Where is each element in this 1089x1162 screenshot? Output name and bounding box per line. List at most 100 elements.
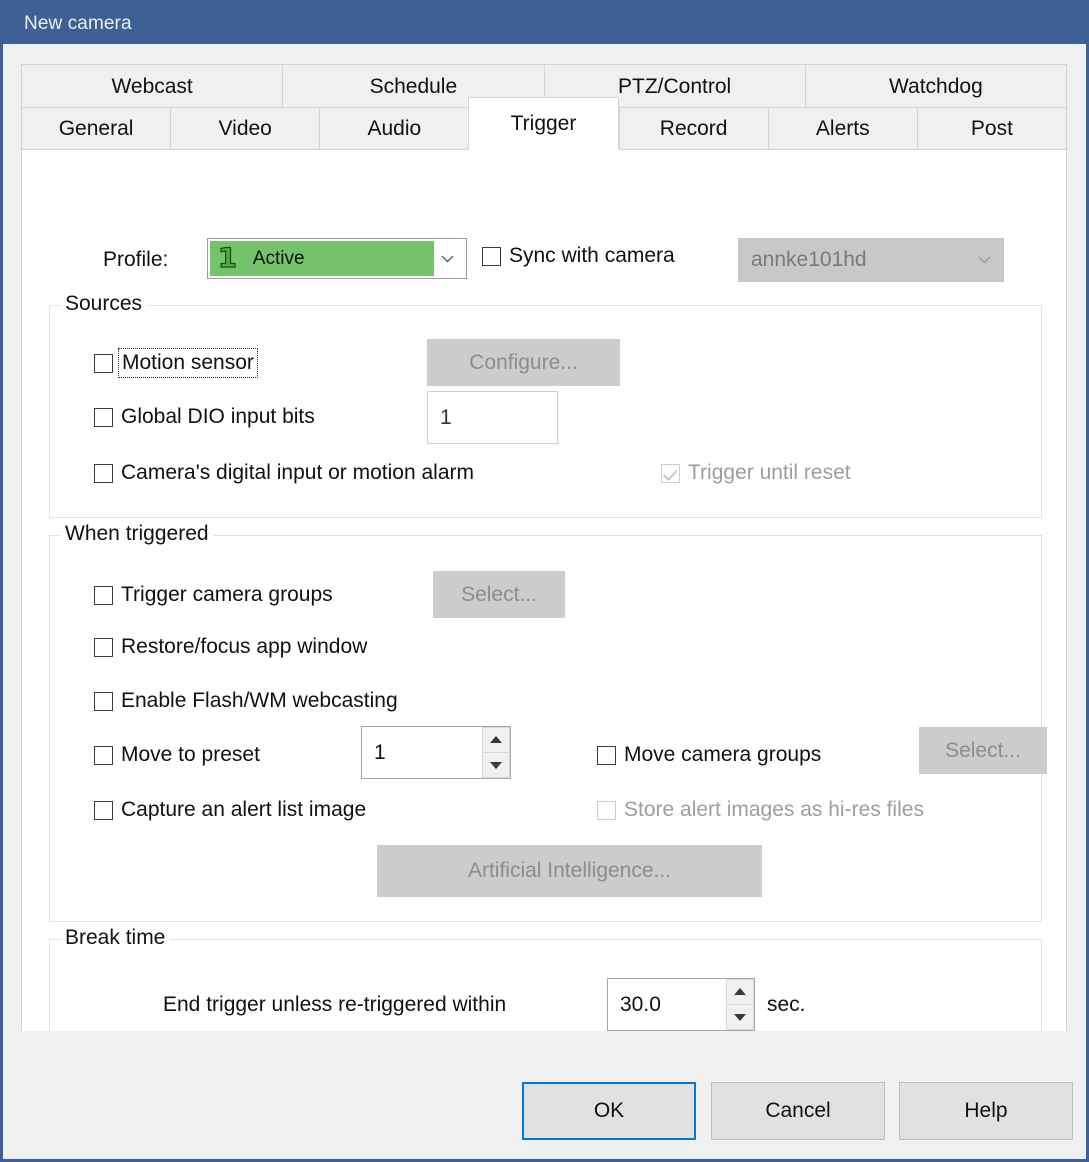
tab-strip: Webcast Schedule PTZ/Control Watchdog Ge… <box>21 64 1067 150</box>
when-triggered-group: When triggered Trigger camera groups Sel… <box>49 522 1047 922</box>
checkbox-box <box>94 745 113 765</box>
break-time-label: End trigger unless re-triggered within <box>163 993 507 1016</box>
triangle-up-icon <box>734 988 746 995</box>
tab-post[interactable]: Post <box>916 107 1067 150</box>
global-dio-checkbox[interactable]: Global DIO input bits <box>94 405 315 429</box>
camera-select-value: annke101hd <box>751 248 867 271</box>
checkbox-box <box>597 800 616 820</box>
ok-button[interactable]: OK <box>522 1082 696 1140</box>
break-time-value: 30.0 <box>620 992 661 1016</box>
window-title: New camera <box>24 12 132 34</box>
tab-trigger[interactable]: Trigger <box>468 97 619 150</box>
tab-label: Post <box>970 116 1013 140</box>
tab-label: Trigger <box>510 111 577 135</box>
tab-label: Webcast <box>111 74 193 98</box>
triangle-up-icon <box>490 736 502 743</box>
tab-label: Schedule <box>369 74 458 98</box>
sync-with-camera-label: Sync with camera <box>509 244 675 267</box>
tab-watchdog[interactable]: Watchdog <box>804 64 1067 108</box>
cancel-button[interactable]: Cancel <box>711 1082 885 1140</box>
dialog-client-area: Webcast Schedule PTZ/Control Watchdog Ge… <box>3 44 1086 1159</box>
move-to-preset-spinner[interactable]: 1 <box>361 726 511 779</box>
checkbox-box <box>482 246 501 266</box>
configure-button-label: Configure... <box>469 350 578 374</box>
tab-video[interactable]: Video <box>170 107 320 150</box>
move-to-preset-value: 1 <box>374 740 386 764</box>
new-camera-dialog: New camera Webcast Schedule PTZ/Control … <box>0 0 1089 1162</box>
profile-combo-fill: 1 Active <box>210 241 434 276</box>
tab-general[interactable]: General <box>21 107 171 150</box>
select-move-camera-groups-button: Select... <box>919 727 1047 774</box>
spinner-down-button[interactable] <box>482 753 510 778</box>
store-hires-files-checkbox: Store alert images as hi-res files <box>597 798 924 822</box>
chevron-down-icon <box>441 255 454 263</box>
move-to-preset-checkbox[interactable]: Move to preset <box>94 743 260 767</box>
tab-audio[interactable]: Audio <box>319 107 469 150</box>
cancel-button-label: Cancel <box>765 1099 831 1122</box>
sources-group-title: Sources <box>60 292 148 316</box>
profile-state-label: Active <box>252 247 305 269</box>
spinner-buttons <box>481 727 510 778</box>
tab-record[interactable]: Record <box>618 107 768 150</box>
title-bar: New camera <box>3 3 1086 44</box>
profile-row: Profile: 1 Active Sync with camera annke… <box>22 238 1066 286</box>
global-dio-value: 1 <box>440 405 452 429</box>
profile-label: Profile: <box>103 248 169 271</box>
tab-label: Alerts <box>815 116 870 140</box>
checkbox-box <box>661 463 680 483</box>
checkbox-box <box>597 745 616 765</box>
break-time-spinner[interactable]: 30.0 <box>607 978 755 1031</box>
motion-sensor-label: Motion sensor <box>118 348 258 378</box>
tab-label: Watchdog <box>888 74 983 98</box>
camera-digital-input-label: Camera's digital input or motion alarm <box>121 461 474 484</box>
spinner-buttons <box>725 979 754 1030</box>
chevron-down-icon <box>978 256 991 264</box>
store-hires-files-label: Store alert images as hi-res files <box>624 798 924 821</box>
trigger-camera-groups-checkbox[interactable]: Trigger camera groups <box>94 583 333 607</box>
checkbox-box <box>94 353 113 373</box>
enable-flash-webcasting-label: Enable Flash/WM webcasting <box>121 689 398 712</box>
checkbox-box <box>94 585 113 605</box>
tab-webcast[interactable]: Webcast <box>21 64 283 108</box>
camera-digital-input-checkbox[interactable]: Camera's digital input or motion alarm <box>94 461 474 485</box>
triangle-down-icon <box>734 1014 746 1021</box>
when-triggered-group-title: When triggered <box>60 522 214 546</box>
triangle-down-icon <box>490 762 502 769</box>
select-button-label: Select... <box>461 582 537 606</box>
checkbox-box <box>94 691 113 711</box>
enable-flash-webcasting-checkbox[interactable]: Enable Flash/WM webcasting <box>94 689 398 713</box>
checkbox-box <box>94 800 113 820</box>
break-time-unit-label: sec. <box>767 993 806 1016</box>
spinner-up-button[interactable] <box>726 979 754 1005</box>
profile-combo[interactable]: 1 Active <box>207 238 467 279</box>
global-dio-label: Global DIO input bits <box>121 405 315 428</box>
tab-alerts[interactable]: Alerts <box>767 107 917 150</box>
tab-label: Audio <box>367 116 422 140</box>
sync-with-camera-checkbox[interactable]: Sync with camera <box>482 244 675 268</box>
capture-alert-list-image-label: Capture an alert list image <box>121 798 367 821</box>
global-dio-input[interactable]: 1 <box>427 391 558 444</box>
select-camera-groups-button: Select... <box>433 571 565 618</box>
move-camera-groups-checkbox[interactable]: Move camera groups <box>597 743 821 767</box>
trigger-tab-page: Profile: 1 Active Sync with camera annke… <box>21 149 1067 1077</box>
spinner-up-button[interactable] <box>482 727 510 753</box>
capture-alert-list-image-checkbox[interactable]: Capture an alert list image <box>94 798 366 822</box>
motion-sensor-checkbox[interactable]: Motion sensor <box>94 348 258 378</box>
tab-label: General <box>58 116 134 140</box>
move-to-preset-label: Move to preset <box>121 743 260 766</box>
tab-label: PTZ/Control <box>618 74 732 98</box>
artificial-intelligence-button: Artificial Intelligence... <box>377 845 762 897</box>
restore-focus-app-window-label: Restore/focus app window <box>121 635 368 658</box>
spinner-down-button[interactable] <box>726 1005 754 1030</box>
profile-number: 1 <box>217 243 237 274</box>
tab-label: Record <box>659 116 728 140</box>
checkbox-box <box>94 463 113 483</box>
camera-select-combo: annke101hd <box>738 238 1004 282</box>
ok-button-label: OK <box>593 1099 625 1122</box>
move-camera-groups-label: Move camera groups <box>624 743 822 766</box>
dialog-footer: OK Cancel Help <box>3 1031 1086 1159</box>
restore-focus-app-window-checkbox[interactable]: Restore/focus app window <box>94 635 367 659</box>
help-button[interactable]: Help <box>899 1082 1073 1140</box>
tab-label: Video <box>218 116 272 140</box>
checkbox-box <box>94 407 113 427</box>
